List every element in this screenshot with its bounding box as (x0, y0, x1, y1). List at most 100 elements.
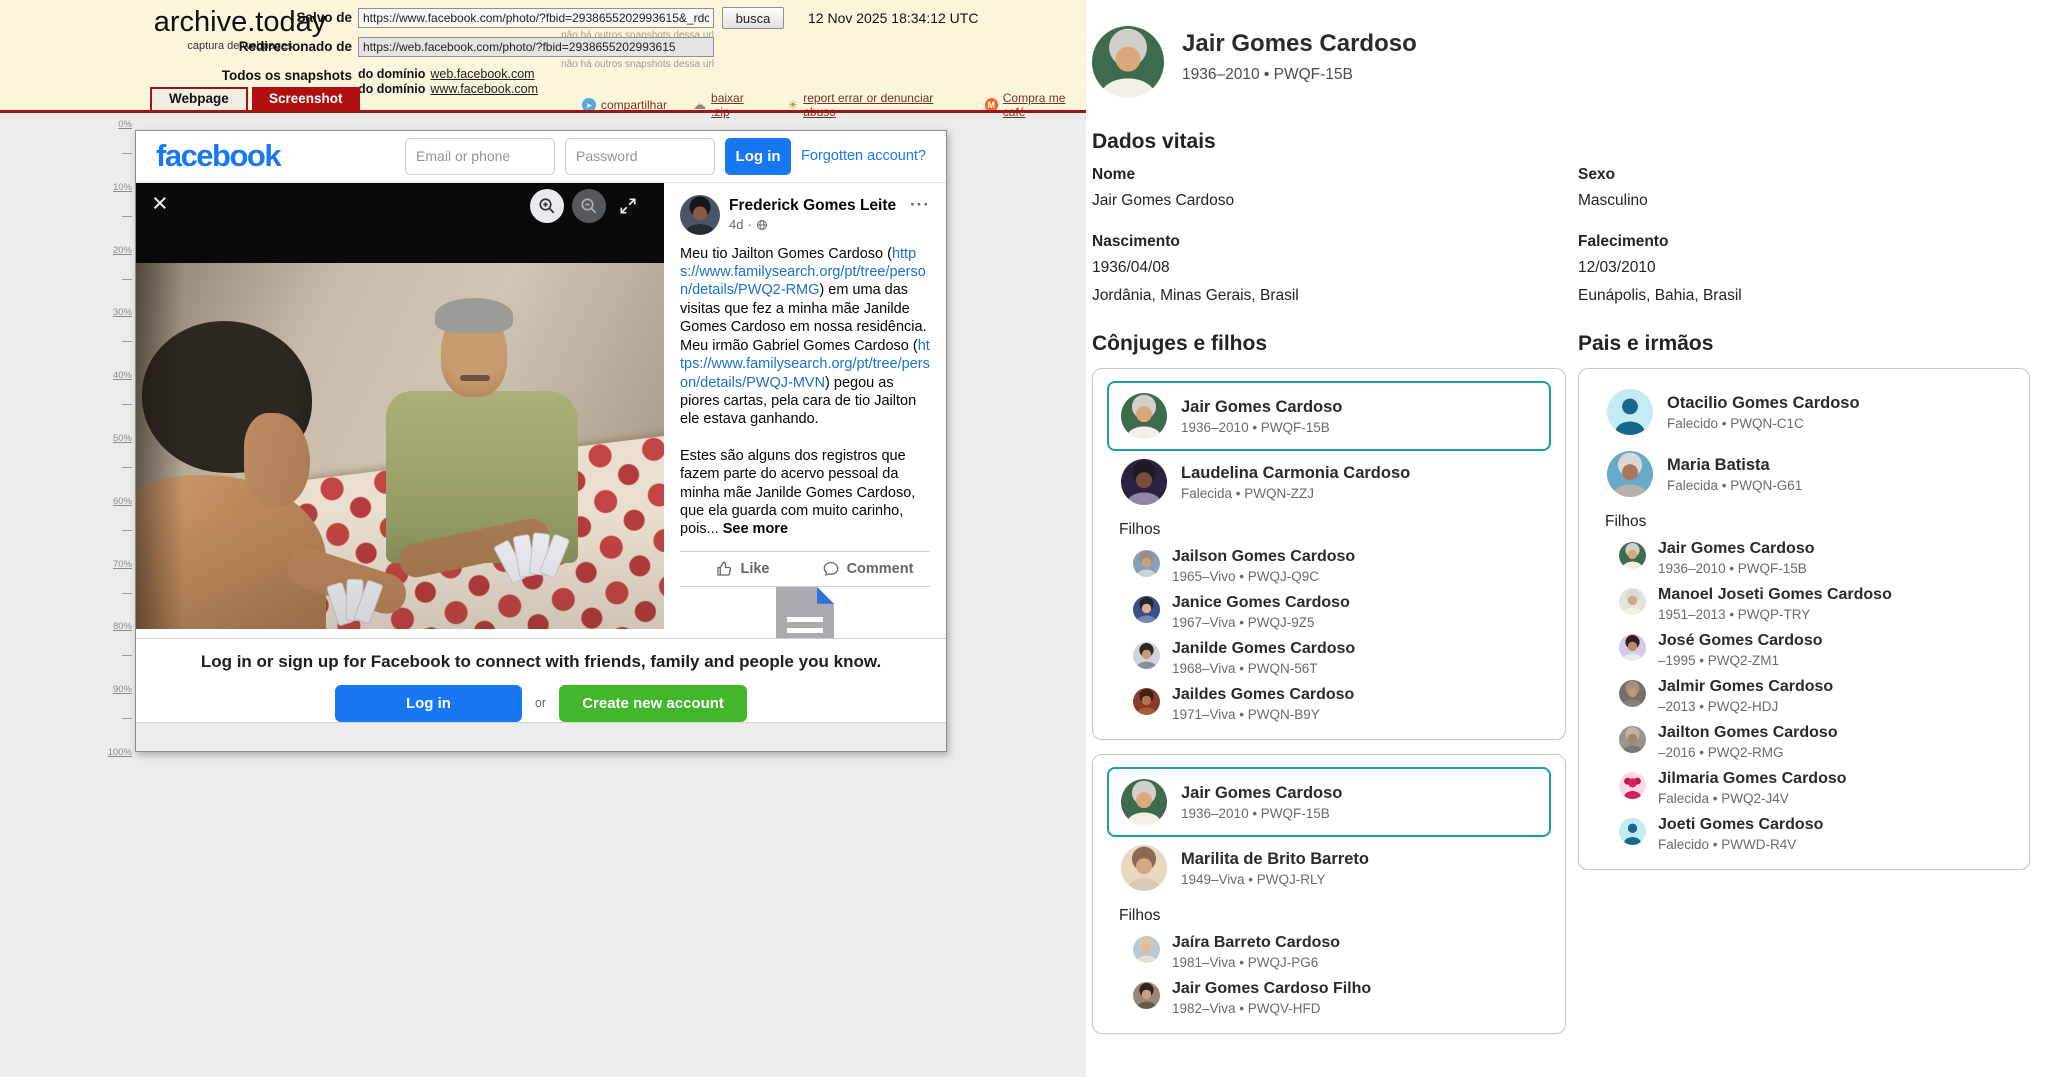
photo-viewer-topbar: × (136, 183, 664, 263)
person-avatar (1619, 634, 1646, 661)
profile-avatar[interactable] (1092, 26, 1164, 98)
person-row[interactable]: Manoel Joseti Gomes Cardoso 1951–2013 • … (1593, 581, 2015, 627)
person-row[interactable]: Jair Gomes Cardoso 1936–2010 • PWQF-15B (1593, 535, 2015, 581)
vital-field-sex: Sexo Masculino (1578, 166, 1998, 212)
ruler-mark-100[interactable]: 100% (108, 747, 132, 758)
person-name[interactable]: Laudelina Carmonia Cardoso (1181, 464, 1410, 483)
fullscreen-icon[interactable] (618, 196, 638, 216)
person-name[interactable]: Manoel Joseti Gomes Cardoso (1658, 586, 1892, 604)
focus-spouse-card[interactable]: Jair Gomes Cardoso 1936–2010 • PWQF-15B (1107, 381, 1551, 451)
person-avatar (1133, 936, 1160, 963)
focus-spouse-card[interactable]: Jair Gomes Cardoso 1936–2010 • PWQF-15B (1107, 767, 1551, 837)
facebook-footer-strip (136, 722, 946, 751)
person-name[interactable]: Jaíra Barreto Cardoso (1172, 934, 1340, 952)
mother-row[interactable]: Maria Batista Falecida • PWQN-G61 (1593, 443, 2015, 505)
create-account-button[interactable]: Create new account (559, 685, 747, 722)
person-row[interactable]: Jaildes Gomes Cardoso 1971–Viva • PWQN-B… (1107, 681, 1551, 727)
tab-screenshot[interactable]: Screenshot (252, 87, 360, 110)
avatar[interactable] (680, 195, 720, 235)
post-more-icon[interactable]: ··· (910, 195, 930, 215)
person-row[interactable]: José Gomes Cardoso –1995 • PWQ2-ZM1 (1593, 627, 2015, 673)
person-row[interactable]: Janilde Gomes Cardoso 1968–Viva • PWQN-5… (1107, 635, 1551, 681)
facebook-photo-viewer: × (136, 183, 946, 638)
person-name[interactable]: Jilmaria Gomes Cardoso (1658, 770, 1847, 788)
person-row[interactable]: Joeti Gomes Cardoso Falecido • PWWD-R4V (1593, 811, 2015, 857)
person-row[interactable]: Jilmaria Gomes Cardoso Falecida • PWQ2-J… (1593, 765, 2015, 811)
person-name[interactable]: Maria Batista (1667, 456, 1802, 475)
close-icon[interactable]: × (152, 187, 168, 219)
person-row[interactable]: Jair Gomes Cardoso Filho 1982–Viva • PWQ… (1107, 975, 1551, 1021)
facebook-logo[interactable]: facebook (156, 138, 280, 174)
saved-url-input[interactable] (358, 8, 714, 28)
engagement-bar: Like Comment (680, 551, 930, 587)
buy-coffee-link[interactable]: M Compra me café (985, 91, 1086, 119)
post-photo[interactable] (136, 263, 664, 629)
father-row[interactable]: Otacilio Gomes Cardoso Falecido • PWQN-C… (1593, 381, 2015, 443)
person-name[interactable]: Joeti Gomes Cardoso (1658, 816, 1823, 834)
buy-coffee-label[interactable]: Compra me café (1003, 91, 1086, 119)
person-name[interactable]: Marilita de Brito Barreto (1181, 850, 1369, 869)
ruler-mark-80[interactable]: 80% (113, 621, 132, 632)
domain-link-www[interactable]: www.facebook.com (430, 82, 538, 96)
download-zip-label[interactable]: baixar .zip (711, 91, 761, 119)
facebook-login-bar: facebook Log in Forgotten account? (136, 131, 946, 183)
person-name[interactable]: Jair Gomes Cardoso (1181, 784, 1342, 803)
person-name[interactable]: José Gomes Cardoso (1658, 632, 1823, 650)
report-abuse-link[interactable]: ☀ report errar or denunciar abuso (787, 91, 958, 119)
domain-snapshot-row: do domíniowww.facebook.com (358, 82, 538, 96)
download-zip-link[interactable]: ☁↓ baixar .zip (693, 91, 761, 119)
person-name[interactable]: Jair Gomes Cardoso (1181, 398, 1342, 417)
ruler-mark-20[interactable]: 20% (113, 245, 132, 256)
post-time: 4d (729, 217, 743, 232)
post-paragraph: Estes são alguns dos registros que fazem… (680, 447, 930, 539)
partner-row[interactable]: Laudelina Carmonia Cardoso Falecida • PW… (1107, 451, 1551, 513)
ruler-mark-70[interactable]: 70% (113, 559, 132, 570)
ruler-dash (122, 404, 132, 405)
ruler-mark-50[interactable]: 50% (113, 433, 132, 444)
banner-login-button[interactable]: Log in (335, 685, 522, 722)
person-row[interactable]: Janice Gomes Cardoso 1967–Viva • PWQJ-9Z… (1107, 589, 1551, 635)
ruler-mark-40[interactable]: 40% (113, 370, 132, 381)
search-button[interactable]: busca (722, 7, 784, 29)
forgotten-account-link[interactable]: Forgotten account? (801, 148, 926, 164)
person-name[interactable]: Janice Gomes Cardoso (1172, 594, 1350, 612)
person-name[interactable]: Otacilio Gomes Cardoso (1667, 394, 1860, 413)
redirect-url-input[interactable] (358, 37, 714, 57)
password-field[interactable] (565, 138, 715, 175)
person-name[interactable]: Jair Gomes Cardoso Filho (1172, 980, 1371, 998)
person-name[interactable]: Jair Gomes Cardoso (1658, 540, 1815, 558)
person-row[interactable]: Jailton Gomes Cardoso –2016 • PWQ2-RMG (1593, 719, 2015, 765)
zoom-in-icon[interactable] (530, 189, 564, 223)
person-row[interactable]: Jalmir Gomes Cardoso –2013 • PWQ2-HDJ (1593, 673, 2015, 719)
ruler-mark-60[interactable]: 60% (113, 496, 132, 507)
domain-link-web[interactable]: web.facebook.com (430, 67, 534, 81)
ruler-mark-30[interactable]: 30% (113, 307, 132, 318)
person-name[interactable]: Jalmir Gomes Cardoso (1658, 678, 1833, 696)
see-more-link[interactable]: See more (723, 521, 788, 537)
person-name[interactable]: Jailson Gomes Cardoso (1172, 548, 1355, 566)
ruler-mark-10[interactable]: 10% (113, 182, 132, 193)
person-row[interactable]: Jailson Gomes Cardoso 1965–Vivo • PWQJ-Q… (1107, 543, 1551, 589)
login-button[interactable]: Log in (725, 138, 791, 175)
like-button[interactable]: Like (680, 552, 805, 586)
report-abuse-label[interactable]: report errar or denunciar abuso (803, 91, 958, 119)
ruler-mark-90[interactable]: 90% (113, 684, 132, 695)
photo-pane: × (136, 183, 664, 638)
tab-webpage[interactable]: Webpage (150, 87, 248, 110)
email-field[interactable] (405, 138, 555, 175)
person-name[interactable]: Jailton Gomes Cardoso (1658, 724, 1838, 742)
ruler-mark-0[interactable]: 0% (118, 119, 132, 130)
ruler-dash (122, 153, 132, 154)
person-lifespan: 1967–Viva • PWQJ-9Z5 (1172, 615, 1350, 630)
post-author[interactable]: Frederick Gomes Leite (729, 197, 896, 215)
comment-button[interactable]: Comment (805, 552, 930, 586)
partner-row[interactable]: Marilita de Brito Barreto 1949–Viva • PW… (1107, 837, 1551, 899)
person-name[interactable]: Janilde Gomes Cardoso (1172, 640, 1355, 658)
all-snapshots-label: Todos os snapshots (152, 68, 352, 83)
zoom-out-icon[interactable] (572, 189, 606, 223)
person-row[interactable]: Jaíra Barreto Cardoso 1981–Viva • PWQJ-P… (1107, 929, 1551, 975)
person-name[interactable]: Jaildes Gomes Cardoso (1172, 686, 1354, 704)
post-meta: 4d · (729, 217, 896, 232)
person-lifespan: –2013 • PWQ2-HDJ (1658, 699, 1833, 714)
archive-header: archive.today captura de webpages Salvo … (0, 0, 1086, 110)
